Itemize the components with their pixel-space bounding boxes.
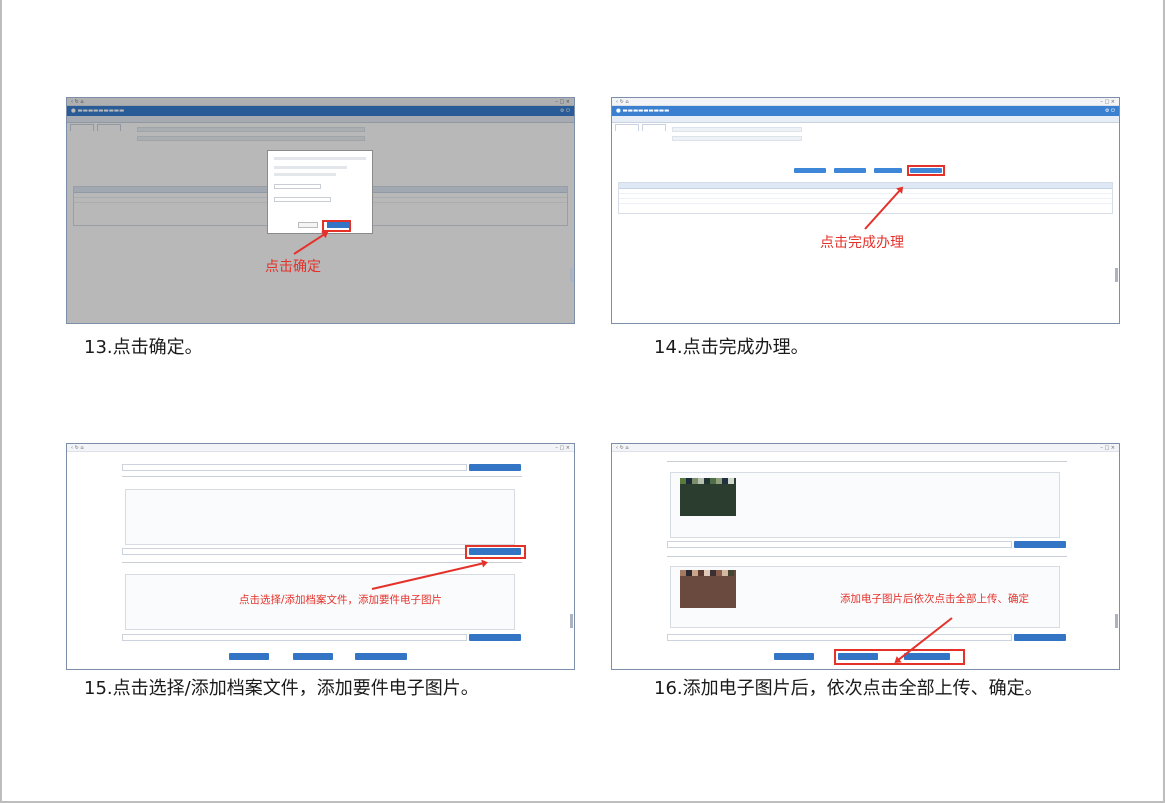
document-thumbnail [680, 478, 736, 516]
divider [122, 562, 522, 563]
browser-toolbar: ‹ ↻ ⌂ – □ × [612, 444, 1119, 452]
dialog-cancel-button[interactable] [298, 222, 318, 228]
data-table [618, 182, 1113, 214]
screenshot-step-15: ‹ ↻ ⌂ – □ × 点击选择/添加档案文件，添加要件电子图片 [66, 443, 575, 670]
add-file-button[interactable] [469, 634, 521, 641]
screenshot-step-14: ‹ ↻ ⌂ – □ × ● ▬▬▬▬▬▬▬▬▬ ⚙ ⏻ 点击完成办理 [611, 97, 1120, 324]
confirm-dialog [267, 150, 373, 234]
caption-step-16: 16.添加电子图片后，依次点击全部上传、确定。 [654, 678, 1043, 699]
scrollbar[interactable] [1115, 268, 1118, 282]
divider [122, 476, 522, 477]
scrollbar[interactable] [570, 614, 573, 628]
file-path-field[interactable] [122, 634, 467, 641]
select-upload-button[interactable] [229, 653, 269, 660]
file-path-field[interactable] [122, 464, 467, 471]
file-path-field[interactable] [122, 548, 467, 555]
file-path-field[interactable] [667, 541, 1012, 548]
divider [667, 556, 1067, 557]
add-file-button[interactable] [469, 464, 521, 471]
caption-step-13: 13.点击确定。 [84, 337, 203, 358]
form-row [672, 136, 802, 141]
step-13-note: 点击确定 [265, 259, 321, 275]
tab-strip [612, 116, 1119, 131]
caption-step-15: 15.点击选择/添加档案文件，添加要件电子图片。 [84, 678, 479, 699]
scrollbar[interactable] [570, 268, 573, 282]
scrollbar[interactable] [1115, 614, 1118, 628]
toolbar-button[interactable] [874, 168, 902, 173]
document-thumbnail [680, 570, 736, 608]
confirm-button[interactable] [355, 653, 407, 660]
highlight-complete [907, 165, 945, 176]
document-page: ‹ ↻ ⌂ – □ × ● ▬▬▬▬▬▬▬▬▬ ⚙ ⏻ 点击确定 ‹ ↻ ⌂ – □ … [0, 0, 1165, 803]
browser-toolbar: ‹ ↻ ⌂ – □ × [612, 98, 1119, 106]
file-path-field[interactable] [667, 634, 1012, 641]
select-upload-button[interactable] [774, 653, 814, 660]
form-row [672, 127, 802, 132]
step-16-note: 添加电子图片后依次点击全部上传、确定 [840, 593, 1029, 605]
divider [667, 461, 1067, 462]
step-14-note: 点击完成办理 [820, 235, 904, 251]
toolbar-button[interactable] [834, 168, 866, 173]
caption-step-14: 14.点击完成办理。 [654, 337, 809, 358]
toolbar-button[interactable] [794, 168, 826, 173]
upload-all-button[interactable] [293, 653, 333, 660]
add-file-button[interactable] [1014, 634, 1066, 641]
drop-zone[interactable] [125, 489, 515, 545]
screenshot-step-16: ‹ ↻ ⌂ – □ × 添加电子图片后依次点击全部上传、确定 [611, 443, 1120, 670]
highlight-add-file [465, 545, 526, 559]
add-file-button[interactable] [1014, 541, 1066, 548]
step-15-note: 点击选择/添加档案文件，添加要件电子图片 [239, 594, 443, 606]
screenshot-step-13: ‹ ↻ ⌂ – □ × ● ▬▬▬▬▬▬▬▬▬ ⚙ ⏻ 点击确定 [66, 97, 575, 324]
browser-toolbar: ‹ ↻ ⌂ – □ × [67, 444, 574, 452]
app-header: ● ▬▬▬▬▬▬▬▬▬ ⚙ ⏻ [612, 106, 1119, 116]
